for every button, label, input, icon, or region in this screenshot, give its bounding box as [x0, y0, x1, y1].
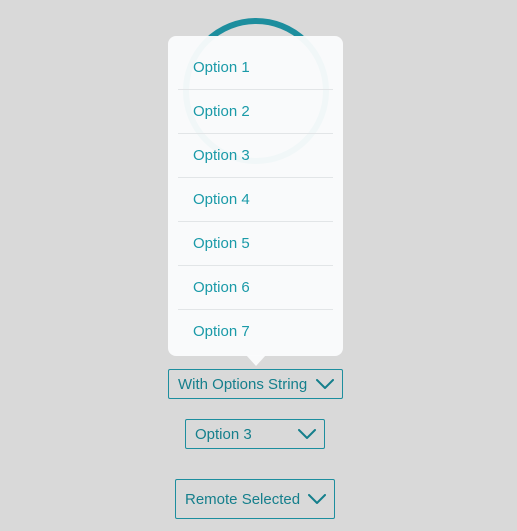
with-options-string-select[interactable]: With Options String [168, 369, 343, 399]
popover-option-4[interactable]: Option 4 [178, 178, 333, 222]
option-select[interactable]: Option 3 [185, 419, 325, 449]
options-popover: Option 1 Option 2 Option 3 Option 4 Opti… [168, 36, 343, 356]
popover-option-5[interactable]: Option 5 [178, 222, 333, 266]
remote-selected-label: Remote Selected [185, 490, 301, 508]
option-select-label: Option 3 [195, 425, 252, 443]
chevron-down-icon [298, 429, 316, 439]
popover-option-7[interactable]: Option 7 [178, 310, 333, 354]
popover-option-1[interactable]: Option 1 [178, 46, 333, 90]
chevron-down-icon [308, 494, 326, 504]
remote-selected-select[interactable]: Remote Selected [175, 479, 335, 519]
popover-option-2[interactable]: Option 2 [178, 90, 333, 134]
popover-option-6[interactable]: Option 6 [178, 266, 333, 310]
with-options-string-label: With Options String [178, 375, 308, 393]
popover-arrow [246, 355, 266, 366]
popover-option-3[interactable]: Option 3 [178, 134, 333, 178]
chevron-down-icon [316, 379, 334, 389]
